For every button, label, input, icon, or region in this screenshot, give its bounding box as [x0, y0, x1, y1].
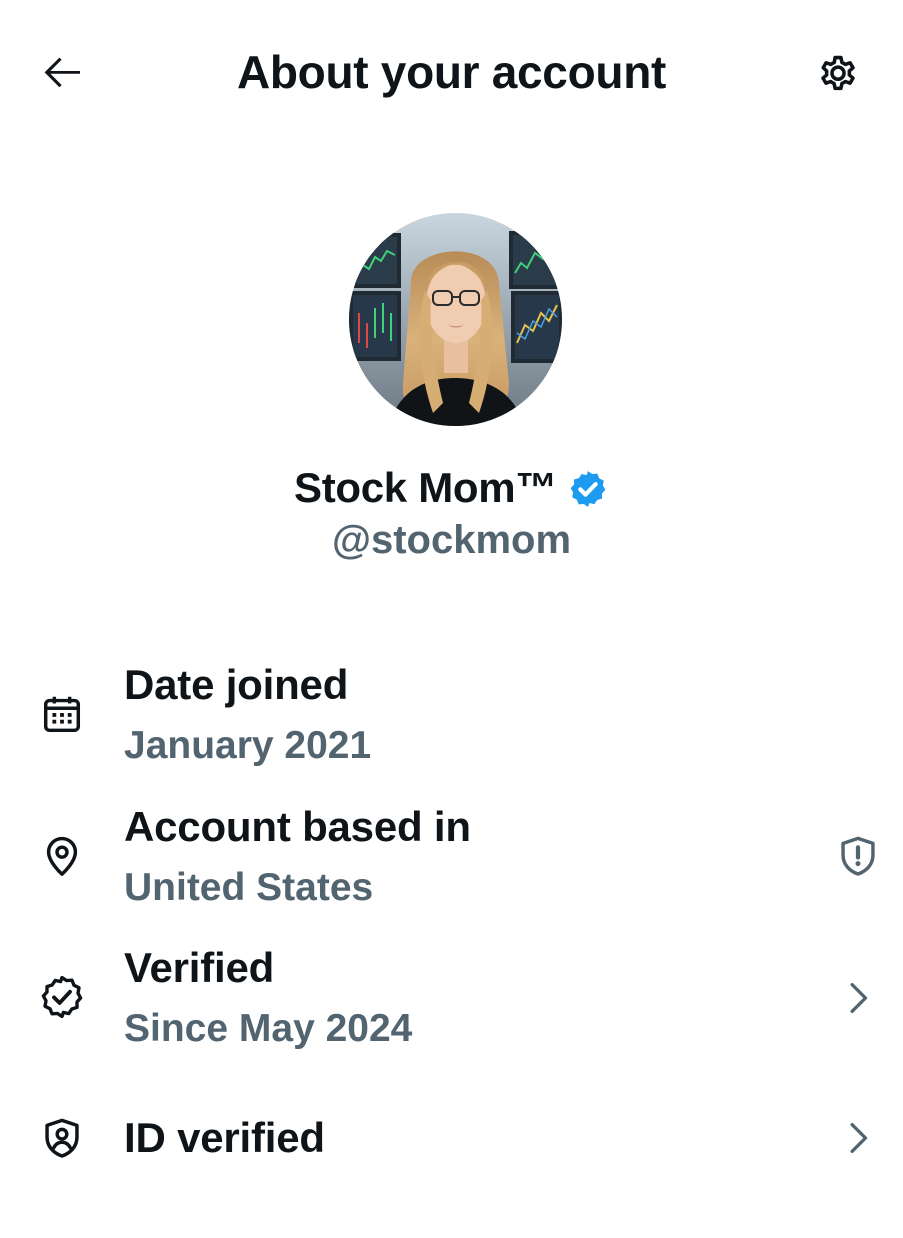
shield-alert-icon[interactable]: [830, 828, 886, 884]
verified-badge-icon: [570, 471, 606, 507]
avatar[interactable]: [349, 213, 562, 426]
info-row-date-joined: Date joined January 2021: [0, 655, 903, 785]
id-verified-label: ID verified: [124, 1114, 325, 1161]
info-row-id-verified[interactable]: ID verified: [0, 1108, 903, 1238]
top-app-bar: About your account: [0, 0, 903, 145]
id-shield-icon: [36, 1112, 88, 1164]
chevron-right-icon[interactable]: [830, 1110, 886, 1166]
verified-value: Since May 2024: [124, 1007, 413, 1050]
gear-icon: [821, 55, 855, 91]
verified-seal-icon: [36, 971, 88, 1023]
date-joined-value: January 2021: [124, 724, 372, 767]
info-row-account-based-in: Account based in United States: [0, 797, 903, 927]
avatar-image: [349, 213, 562, 426]
profile-name-row: Stock Mom™: [0, 458, 903, 518]
display-name: Stock Mom™: [293, 464, 558, 511]
account-based-in-value: United States: [124, 866, 374, 909]
settings-button[interactable]: [810, 46, 866, 102]
account-based-in-label: Account based in: [124, 803, 471, 850]
date-joined-label: Date joined: [124, 661, 349, 708]
handle: @stockmom: [331, 518, 572, 562]
verified-label: Verified: [124, 944, 275, 991]
chevron-right-icon[interactable]: [830, 970, 886, 1026]
info-row-verified[interactable]: Verified Since May 2024: [0, 938, 903, 1068]
page-title: About your account: [236, 46, 667, 98]
location-pin-icon: [36, 830, 88, 882]
calendar-icon: [36, 688, 88, 740]
